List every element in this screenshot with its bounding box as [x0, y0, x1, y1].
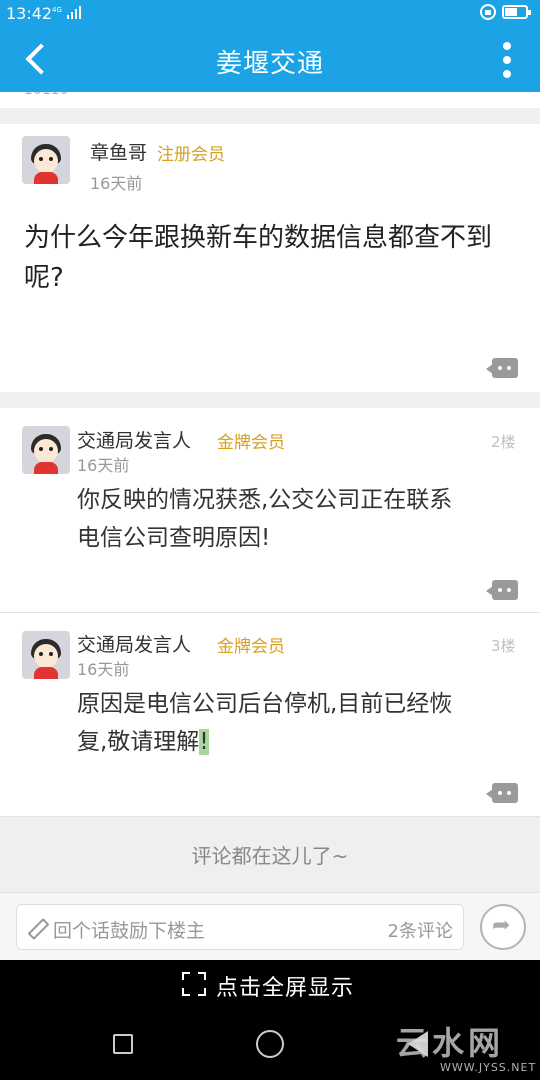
comment-icon[interactable] [486, 783, 518, 803]
pencil-icon [27, 918, 47, 938]
reply-body-text: 复,敬请理解 [77, 729, 200, 755]
status-bar: 13:42 4G [0, 0, 540, 26]
member-badge: 金牌会员 [217, 433, 285, 453]
previous-row: 10110 [0, 92, 540, 108]
comment-icon[interactable] [486, 358, 518, 378]
reply-body: 你反映的情况获悉,公交公司正在联系 电信公司查明原因! [77, 481, 452, 557]
avatar[interactable] [22, 426, 70, 474]
avatar[interactable] [22, 136, 70, 184]
home-icon[interactable] [256, 1030, 284, 1058]
reply-item: 交通局发言人 金牌会员 2楼 16天前 你反映的情况获悉,公交公司正在联系 电信… [0, 408, 540, 612]
post-body: 为什么今年跟换新车的数据信息都查不到 呢? [24, 218, 492, 298]
reply-body-line: 原因是电信公司后台停机,目前已经恢 [77, 691, 453, 717]
post-body-line: 为什么今年跟换新车的数据信息都查不到 [24, 223, 493, 253]
system-nav-bar: 云水网 WWW.JYSS.NET [0, 1008, 540, 1080]
comment-icon[interactable] [486, 580, 518, 600]
watermark-logo: 云水网 [396, 1024, 505, 1062]
watermark-url: WWW.JYSS.NET [440, 1061, 537, 1074]
comment-bar: 回个话鼓励下楼主 2条评论 [0, 892, 540, 960]
more-vertical-icon[interactable] [494, 40, 520, 80]
comment-placeholder: 回个话鼓励下楼主 [53, 920, 206, 942]
signal-icon [67, 6, 81, 19]
reply-body: 原因是电信公司后台停机,目前已经恢 复,敬请理解! [77, 685, 452, 761]
comment-input[interactable]: 回个话鼓励下楼主 2条评论 [16, 904, 464, 950]
page-title: 姜堰交通 [215, 49, 324, 79]
member-badge: 注册会员 [157, 145, 225, 165]
rotation-lock-icon [480, 4, 496, 20]
status-time: 13:42 [6, 4, 53, 23]
comment-count[interactable]: 2条评论 [388, 917, 453, 943]
highlighted-text: ! [199, 729, 209, 755]
network-type: 4G [52, 6, 62, 14]
battery-icon [502, 5, 531, 19]
post-author[interactable]: 章鱼哥 [90, 138, 147, 165]
reply-author[interactable]: 交通局发言人 [77, 426, 191, 453]
previous-row-text: 10110 [24, 92, 69, 98]
divider [0, 816, 540, 817]
floor-number: 3楼 [491, 637, 516, 655]
reply-body-line: 电信公司查明原因! [77, 525, 271, 551]
reply-item: 交通局发言人 金牌会员 3楼 16天前 原因是电信公司后台停机,目前已经恢 复,… [0, 613, 540, 816]
reply-time: 16天前 [77, 660, 130, 679]
post-body-line: 呢? [24, 263, 64, 293]
reply-body-line: 你反映的情况获悉,公交公司正在联系 [77, 487, 453, 513]
reply-body-line: 复,敬请理解! [77, 723, 452, 761]
app-header: 姜堰交通 [0, 26, 540, 92]
reply-author[interactable]: 交通局发言人 [77, 630, 191, 657]
avatar[interactable] [22, 631, 70, 679]
reply-time: 16天前 [77, 456, 130, 475]
recent-apps-icon[interactable] [113, 1034, 133, 1054]
member-badge: 金牌会员 [217, 637, 285, 657]
fullscreen-label: 点击全屏显示 [216, 976, 355, 1001]
post-time: 16天前 [90, 174, 143, 193]
fullscreen-bar[interactable]: 点击全屏显示 [0, 960, 540, 1008]
original-post: 章鱼哥 注册会员 16天前 为什么今年跟换新车的数据信息都查不到 呢? [0, 124, 540, 392]
end-of-comments-message: 评论都在这儿了~ [191, 844, 349, 868]
fullscreen-icon [182, 972, 206, 996]
floor-number: 2楼 [491, 433, 516, 451]
share-icon[interactable] [480, 904, 526, 950]
